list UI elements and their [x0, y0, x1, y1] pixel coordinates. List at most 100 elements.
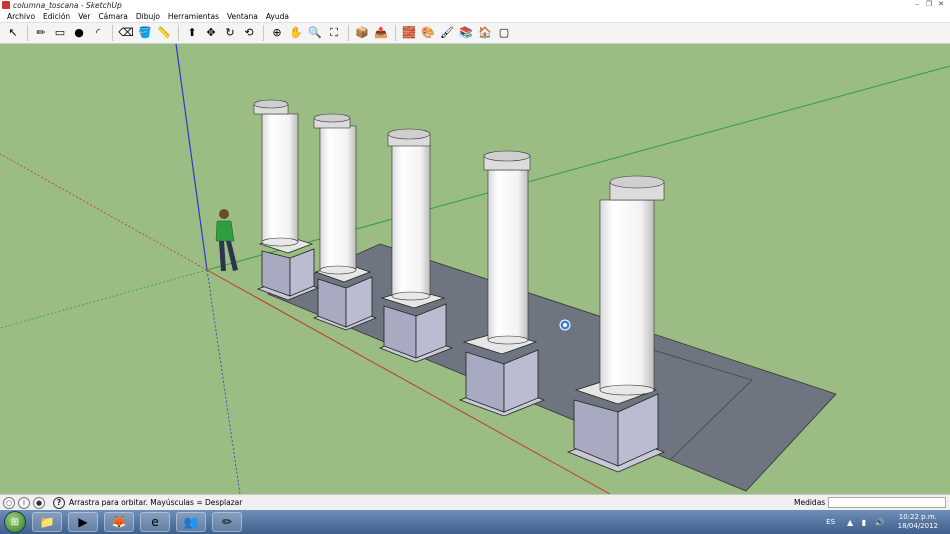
column-3[interactable] — [378, 128, 454, 363]
move-icon: ✥ — [206, 26, 216, 39]
styles-icon: 🖌 — [440, 26, 454, 39]
fog-tool-button[interactable]: ▢ — [495, 24, 513, 42]
window-controls: – ❐ ✕ — [912, 0, 946, 8]
zoom-tool-button[interactable]: 🔍 — [306, 24, 324, 42]
sketchup-app-icon — [2, 1, 10, 9]
menu-dibujo[interactable]: Dibujo — [132, 12, 164, 21]
clock-date: 18/04/2012 — [897, 522, 938, 530]
windows-taskbar: ⊞ 📁 ▶ 🦊 e 👥 ✏ ES ▲ ▮ 🔊 10:22 p.m. 18/04/2012 — [0, 510, 950, 534]
styles-tool-button[interactable]: 🖌 — [438, 24, 456, 42]
rotate-tool-button[interactable]: ↻ — [221, 24, 239, 42]
firefox-taskbar-icon[interactable]: 🦊 — [104, 512, 134, 532]
scene-canvas[interactable] — [0, 44, 950, 494]
clock-time: 10:22 p.m. — [898, 513, 937, 521]
window-title: columna_toscana - SketchUp — [13, 0, 122, 10]
restore-button[interactable]: ❐ — [924, 0, 934, 8]
floor-slab[interactable] — [266, 243, 837, 492]
materials-icon: 🎨 — [421, 26, 435, 39]
media-player-taskbar-icon[interactable]: ▶ — [68, 512, 98, 532]
scenes-icon: 🏠 — [478, 26, 492, 39]
language-indicator[interactable]: ES — [826, 518, 835, 526]
clock[interactable]: 10:22 p.m. 18/04/2012 — [898, 513, 938, 531]
rotate-icon: ↻ — [225, 26, 235, 39]
status-hint: Arrastra para orbitar. Mayúsculas = Desp… — [69, 498, 243, 507]
start-button[interactable]: ⊞ — [4, 511, 26, 533]
share-model-tool-button[interactable]: 📤 — [372, 24, 390, 42]
toolbar-separator — [27, 25, 28, 41]
green-axis-negative — [0, 269, 208, 329]
credits-icon[interactable]: i — [18, 496, 30, 509]
measurements-input[interactable] — [828, 497, 946, 508]
main-toolbar: ↖ ✏ ▭ ● ◜ ⌫ 🪣 📏 ⬆ ✥ ↻ ⟲ ⊕ ✋ 🔍 ⛶ 📦 📤 🧱 🎨 🖌 📚 🏠 ▢ — [0, 23, 950, 44]
toolbar-separator — [112, 25, 113, 41]
menu-archivo[interactable]: Archivo — [3, 12, 39, 21]
column-2[interactable] — [312, 113, 378, 331]
tape-measure-tool-button[interactable]: 📏 — [155, 24, 173, 42]
blue-axis-negative — [206, 269, 241, 494]
get-models-icon: 📦 — [355, 26, 369, 39]
zoom-extents-tool-button[interactable]: ⛶ — [325, 24, 343, 42]
modeling-viewport[interactable] — [0, 44, 950, 494]
geolocation-icon[interactable]: ○ — [3, 496, 15, 509]
pan-tool-button[interactable]: ✋ — [287, 24, 305, 42]
layers-tool-button[interactable]: 📚 — [457, 24, 475, 42]
zoom-extents-icon: ⛶ — [330, 26, 338, 39]
layers-icon: 📚 — [459, 26, 473, 39]
measurements-label: Medidas — [794, 498, 826, 507]
window-titlebar: columna_toscana - SketchUp – ❐ ✕ — [0, 0, 950, 10]
push-pull-tool-button[interactable]: ⬆ — [183, 24, 201, 42]
menu-camara[interactable]: Cámara — [94, 12, 131, 21]
blue-axis — [175, 44, 208, 271]
close-button[interactable]: ✕ — [936, 0, 946, 8]
select-tool-button[interactable]: ↖ — [4, 24, 22, 42]
tape-measure-icon: 📏 — [157, 26, 171, 39]
paint-bucket-icon: 🪣 — [138, 26, 152, 39]
menu-herramientas[interactable]: Herramientas — [164, 12, 223, 21]
help-icon[interactable]: ? — [53, 496, 65, 509]
menu-bar: Archivo Edición Ver Cámara Dibujo Herram… — [0, 10, 950, 23]
components-icon: 🧱 — [402, 26, 416, 39]
menu-ventana[interactable]: Ventana — [223, 12, 262, 21]
line-tool-button[interactable]: ✏ — [32, 24, 50, 42]
materials-tool-button[interactable]: 🎨 — [419, 24, 437, 42]
rectangle-icon: ▭ — [54, 26, 66, 39]
user-icon[interactable]: ● — [33, 496, 45, 509]
green-axis — [206, 65, 950, 271]
internet-explorer-taskbar-icon[interactable]: e — [140, 512, 170, 532]
line-icon: ✏ — [36, 26, 46, 39]
components-tool-button[interactable]: 🧱 — [400, 24, 418, 42]
paint-bucket-tool-button[interactable]: 🪣 — [136, 24, 154, 42]
fog-icon: ▢ — [498, 26, 510, 39]
tray-icons[interactable]: ▲ ▮ 🔊 — [847, 518, 888, 527]
eraser-tool-button[interactable]: ⌫ — [117, 24, 135, 42]
move-tool-button[interactable]: ✥ — [202, 24, 220, 42]
get-models-tool-button[interactable]: 📦 — [353, 24, 371, 42]
scenes-tool-button[interactable]: 🏠 — [476, 24, 494, 42]
zoom-icon: 🔍 — [308, 26, 322, 39]
orbit-icon: ⊕ — [272, 26, 282, 39]
select-icon: ↖ — [8, 26, 18, 39]
rectangle-tool-button[interactable]: ▭ — [51, 24, 69, 42]
taskbar-apps: 📁 ▶ 🦊 e 👥 ✏ — [26, 512, 242, 532]
explorer-taskbar-icon[interactable]: 📁 — [32, 512, 62, 532]
toolbar-separator — [263, 25, 264, 41]
minimize-button[interactable]: – — [912, 0, 922, 8]
toolbar-separator — [395, 25, 396, 41]
menu-ayuda[interactable]: Ayuda — [262, 12, 293, 21]
messenger-taskbar-icon[interactable]: 👥 — [176, 512, 206, 532]
menu-edicion[interactable]: Edición — [39, 12, 74, 21]
toolbar-separator — [178, 25, 179, 41]
toolbar-separator — [348, 25, 349, 41]
orbit-tool-button[interactable]: ⊕ — [268, 24, 286, 42]
pan-icon: ✋ — [289, 26, 303, 39]
circle-tool-button[interactable]: ● — [70, 24, 88, 42]
red-axis-negative — [0, 153, 208, 271]
arc-tool-button[interactable]: ◜ — [89, 24, 107, 42]
menu-ver[interactable]: Ver — [74, 12, 94, 21]
arc-icon: ◜ — [95, 26, 101, 39]
follow-me-tool-button[interactable]: ⟲ — [240, 24, 258, 42]
column-1[interactable] — [253, 99, 320, 301]
person-figure[interactable] — [215, 209, 238, 271]
sketchup-taskbar-icon[interactable]: ✏ — [212, 512, 242, 532]
share-model-icon: 📤 — [374, 26, 388, 39]
